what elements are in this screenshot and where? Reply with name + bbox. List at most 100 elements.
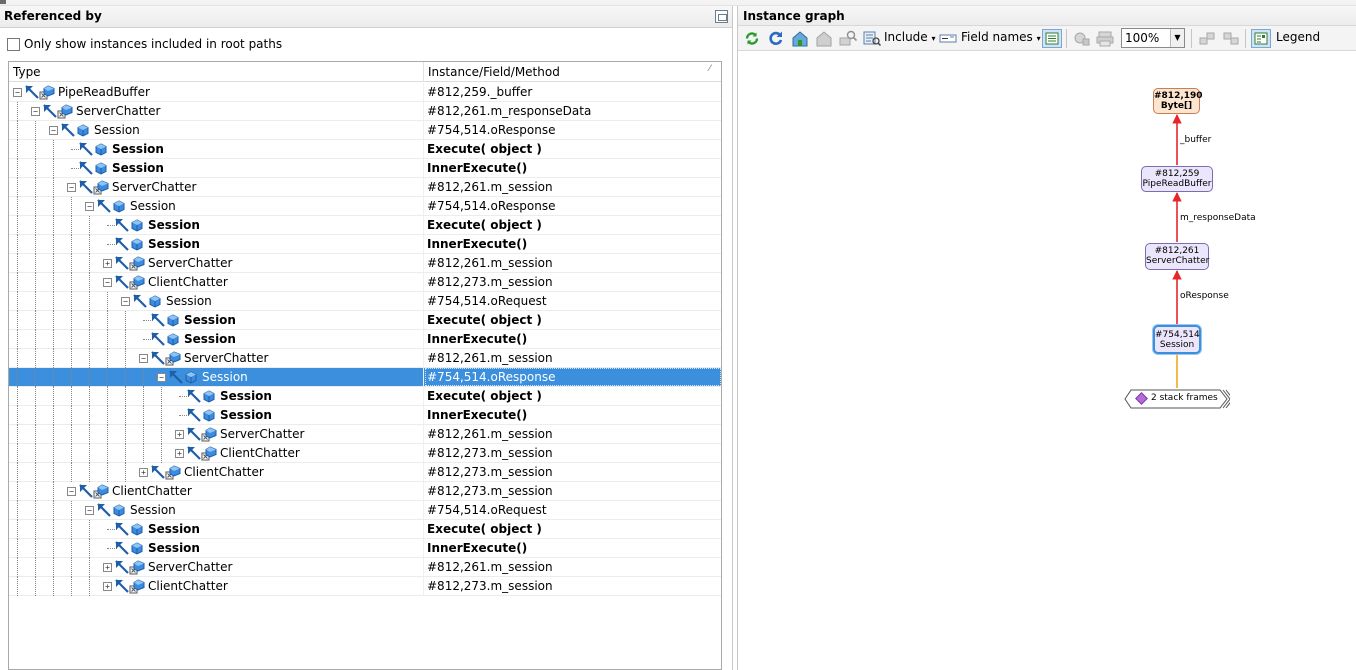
type-label: Session (112, 161, 164, 175)
expand-node-icon[interactable]: + (103, 259, 112, 268)
root-paths-checkbox[interactable] (7, 37, 20, 51)
chevron-down-icon[interactable]: ▼ (1170, 29, 1184, 47)
legend-label[interactable]: Legend (1276, 30, 1320, 44)
instance-cell: Execute( object ) (427, 218, 542, 232)
tree-row[interactable]: Session Execute( object ) (9, 216, 721, 235)
collapse-node-icon[interactable]: − (121, 297, 130, 306)
column-header-instance[interactable]: Instance/Field/Method (428, 65, 560, 79)
collapse-node-icon[interactable]: − (49, 126, 58, 135)
tree-row[interactable]: Session InnerExecute() (9, 235, 721, 254)
root-paths-filter[interactable]: Only show instances included in root pat… (7, 36, 282, 52)
include-filter-icon[interactable] (862, 29, 882, 48)
tree-row[interactable]: − Session #754,514.oRequest (9, 292, 721, 311)
type-label: Session (94, 123, 140, 137)
tree-guide-line (161, 444, 162, 463)
tree-row[interactable]: − ServerChatter #812,261.m_session (9, 178, 721, 197)
collapse-node-icon[interactable]: − (31, 107, 40, 116)
reference-arrow-icon (115, 560, 129, 574)
collapse-node-icon[interactable]: − (157, 373, 166, 382)
tree-row[interactable]: − Session #754,514.oResponse (9, 121, 721, 140)
node-server-chatter[interactable]: #812,261 ServerChatter (1145, 243, 1209, 270)
tree-row[interactable]: − Session #754,514.oResponse (9, 368, 721, 387)
tree-row[interactable]: − ClientChatter #812,273.m_session (9, 273, 721, 292)
cell-divider (423, 178, 424, 196)
tree-row[interactable]: + ServerChatter #812,261.m_session (9, 254, 721, 273)
field-names-dropdown[interactable]: Field names ▾ (961, 30, 1041, 44)
tree-row[interactable]: Session InnerExecute() (9, 330, 721, 349)
legend-icon[interactable] (1251, 29, 1271, 48)
cell-divider (423, 368, 424, 386)
tree-row[interactable]: Session InnerExecute() (9, 159, 721, 178)
tree-guide-line (53, 330, 54, 349)
expand-node-icon[interactable]: + (175, 449, 184, 458)
collapse-node-icon[interactable]: − (139, 354, 148, 363)
instance-graph-canvas: #812,190 Byte[] _buffer #812,259 PipeRea… (738, 52, 1356, 670)
stack-frames-node[interactable]: 2 stack frames (1124, 389, 1230, 409)
tree-row[interactable]: Session Execute( object ) (9, 387, 721, 406)
tree-row[interactable]: + ClientChatter #812,273.m_session (9, 444, 721, 463)
root-paths-checkbox-label[interactable]: Only show instances included in root pat… (24, 37, 282, 51)
expand-disabled-icon[interactable] (1197, 29, 1217, 48)
include-dropdown[interactable]: Include ▾ (884, 30, 936, 44)
refresh-green-icon[interactable] (742, 29, 762, 48)
cell-divider (423, 406, 424, 424)
collapse-node-icon[interactable]: − (67, 183, 76, 192)
reference-arrow-icon (187, 427, 201, 441)
tree-row[interactable]: Session Execute( object ) (9, 311, 721, 330)
tree-row[interactable]: + ClientChatter #812,273.m_session (9, 463, 721, 482)
rerun-icon[interactable] (766, 29, 786, 48)
expand-node-icon[interactable]: + (175, 430, 184, 439)
tree-row[interactable]: + ClientChatter #812,273.m_session (9, 577, 721, 596)
column-header-type[interactable]: Type (13, 65, 41, 79)
panel-title: Instance graph (743, 9, 845, 23)
tree-row[interactable]: − Session #754,514.oRequest (9, 501, 721, 520)
cell-divider (423, 121, 424, 139)
find-disabled-icon[interactable] (838, 29, 858, 48)
tree-row[interactable]: Session InnerExecute() (9, 406, 721, 425)
dropdown-arrow-icon: ▾ (1036, 34, 1041, 43)
tree-row[interactable]: − Session #754,514.oResponse (9, 197, 721, 216)
collapse-disabled-icon[interactable] (1221, 29, 1241, 48)
home-disabled-icon[interactable] (814, 29, 834, 48)
print-disabled-icon[interactable] (1071, 29, 1091, 48)
zoom-select[interactable]: 100% ▼ (1121, 28, 1185, 48)
tree-guide-line (17, 121, 18, 140)
column-divider[interactable] (423, 62, 424, 82)
collapse-node-icon[interactable]: − (13, 88, 22, 97)
expand-node-icon[interactable]: + (103, 582, 112, 591)
tree-row[interactable]: + ServerChatter #812,261.m_session (9, 425, 721, 444)
layout-toggle-icon[interactable] (1042, 29, 1062, 48)
tree-row[interactable]: − ServerChatter #812,261.m_responseData (9, 102, 721, 121)
tree-row[interactable]: Session Execute( object ) (9, 520, 721, 539)
class-cube-icon (203, 390, 215, 403)
reference-arrow-icon (115, 256, 129, 270)
collapse-node-icon[interactable]: − (103, 278, 112, 287)
type-label: Session (202, 370, 248, 384)
home-root-icon[interactable] (790, 29, 810, 48)
tree-row[interactable]: + ServerChatter #812,261.m_session (9, 558, 721, 577)
field-names-icon[interactable] (938, 29, 958, 48)
type-cell: − Session (9, 368, 423, 387)
type-label: ServerChatter (184, 351, 269, 365)
minimize-panel-button[interactable] (715, 10, 728, 23)
expand-node-icon[interactable]: + (103, 563, 112, 572)
print-preview-disabled-icon[interactable] (1095, 29, 1115, 48)
cell-divider (423, 311, 424, 329)
type-label: Session (220, 408, 272, 422)
node-pipe-read-buffer[interactable]: #812,259 PipeReadBuffer (1141, 166, 1213, 192)
collapse-node-icon[interactable]: − (67, 487, 76, 496)
tree-row[interactable]: − ClientChatter #812,273.m_session (9, 482, 721, 501)
tree-row[interactable]: Session Execute( object ) (9, 140, 721, 159)
node-byte-array[interactable]: #812,190 Byte[] (1153, 88, 1203, 114)
tree-guide-line (107, 425, 108, 444)
instance-graph-panel: Instance graph Include ▾ Field names ▾ 1… (737, 6, 1356, 670)
tree-row[interactable]: − ServerChatter #812,261.m_session (9, 349, 721, 368)
tree-row[interactable]: − PipeReadBuffer #812,259._buffer (9, 83, 721, 102)
collapse-node-icon[interactable]: − (85, 202, 94, 211)
expand-node-icon[interactable]: + (139, 468, 148, 477)
collapse-node-icon[interactable]: − (85, 506, 94, 515)
cell-divider (423, 558, 424, 576)
tree-row[interactable]: Session InnerExecute() (9, 539, 721, 558)
class-cube-icon (167, 314, 179, 327)
node-session-selected[interactable]: #754,514 Session (1153, 325, 1201, 354)
